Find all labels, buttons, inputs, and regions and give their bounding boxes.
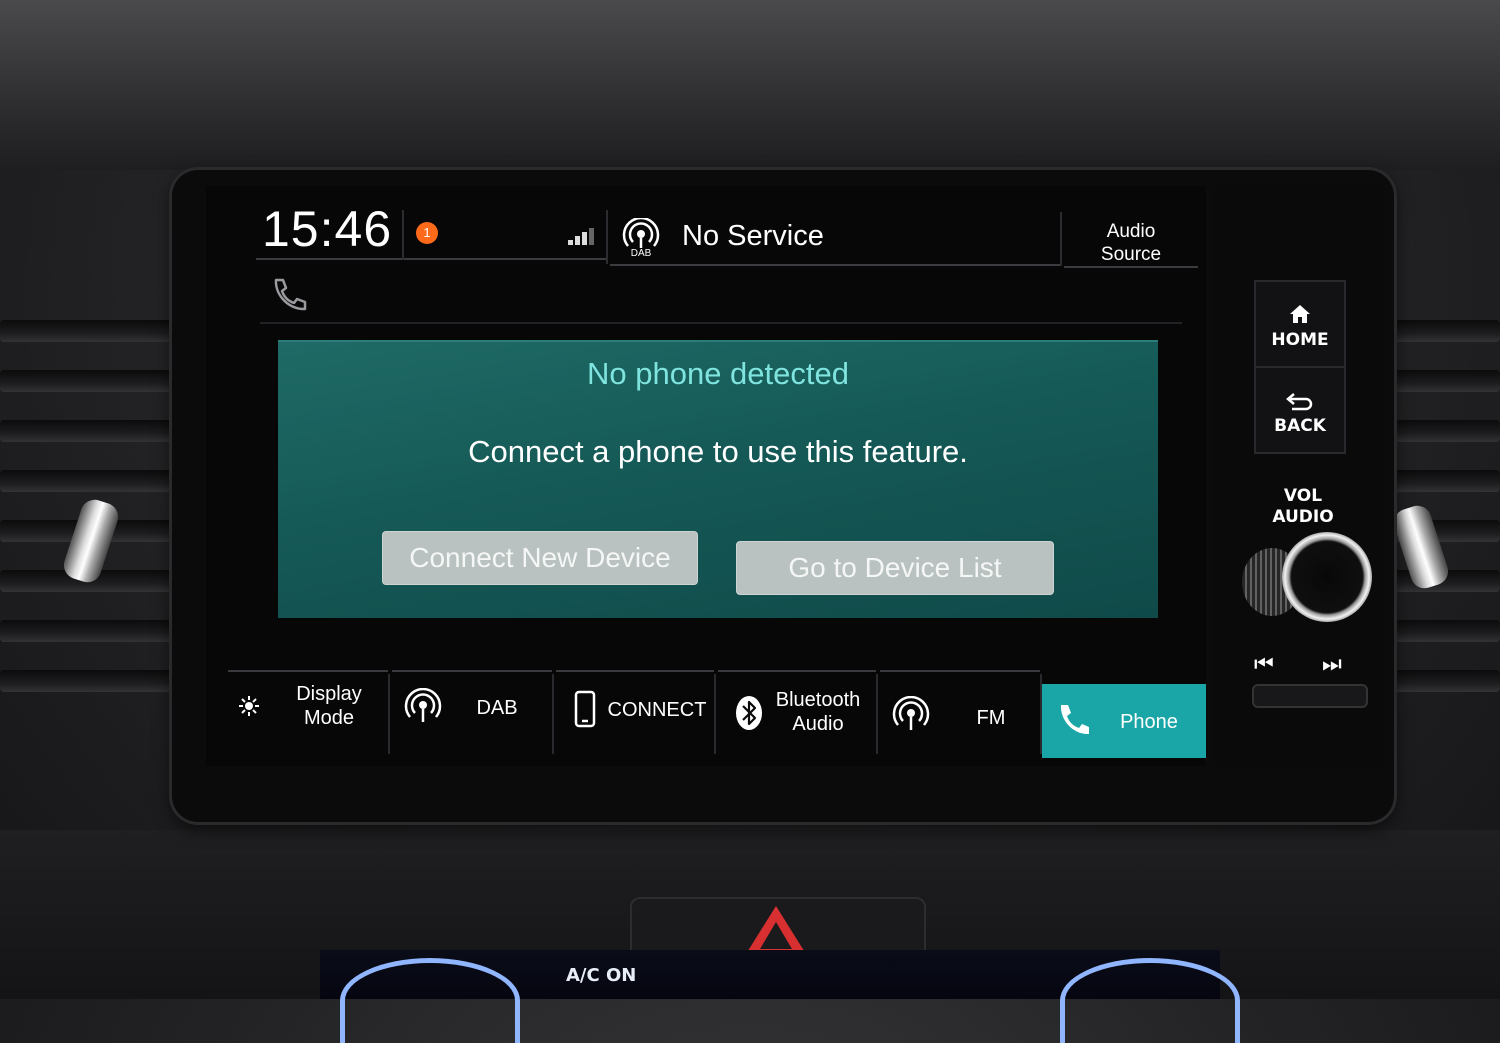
home-icon <box>1290 305 1310 323</box>
fm-broadcast-icon <box>892 696 930 730</box>
home-label: HOME <box>1271 330 1329 350</box>
source-bar: Display Mode DAB CONNECT Bluetooth Audio <box>228 670 1208 760</box>
audio-source-label: Audio <box>1106 221 1156 242</box>
ac-status: A/C ON <box>566 965 637 986</box>
notification-badge[interactable]: 1 <box>416 222 438 244</box>
volume-label: VOL AUDIO <box>1258 486 1348 528</box>
signal-strength-icon <box>568 228 594 245</box>
dab-antenna-icon: DAB <box>622 218 660 258</box>
hardware-panel <box>1214 186 1384 766</box>
service-status: No Service <box>682 220 824 252</box>
phone-handset-icon <box>1060 705 1089 735</box>
bluetooth-label: Bluetooth <box>775 689 861 711</box>
go-to-device-list-button[interactable]: Go to Device List <box>736 541 1054 595</box>
back-arrow-icon <box>1286 393 1313 411</box>
svg-text:DAB: DAB <box>631 248 652 258</box>
audio-source-button[interactable]: Audio Source <box>1070 220 1192 266</box>
back-label: BACK <box>1274 416 1326 436</box>
home-button[interactable]: HOME <box>1254 280 1346 368</box>
connect-button[interactable]: CONNECT <box>556 670 714 758</box>
power-audio-label: AUDIO <box>1272 507 1334 527</box>
right-air-vent <box>1380 300 1500 720</box>
display-mode-button[interactable]: Display Mode <box>228 670 388 758</box>
brightness-moon-icon <box>239 696 276 716</box>
phone-label: Phone <box>1120 711 1178 733</box>
connect-new-device-button[interactable]: Connect New Device <box>382 531 698 585</box>
dab-button[interactable]: DAB <box>392 670 552 758</box>
bluetooth-label-2: Audio <box>792 713 844 735</box>
no-phone-dialog: No phone detected Connect a phone to use… <box>278 340 1158 618</box>
smartphone-icon <box>574 690 596 728</box>
dab-broadcast-icon <box>404 688 442 722</box>
clock: 15:46 <box>262 201 393 257</box>
dab-label: DAB <box>476 697 518 719</box>
temp-dial-arc <box>1060 958 1240 1043</box>
phone-icon <box>274 278 307 311</box>
previous-track-icon[interactable]: ⏮ <box>1254 652 1274 677</box>
back-button[interactable]: BACK <box>1254 366 1346 454</box>
dashboard-top <box>0 0 1500 170</box>
display-mode-label-2: Mode <box>303 707 355 729</box>
seek-rocker-switch[interactable] <box>1252 684 1368 708</box>
next-track-icon[interactable]: ⏭ <box>1322 652 1342 677</box>
bluetooth-audio-button[interactable]: Bluetooth Audio <box>718 670 876 758</box>
display-mode-label: Display <box>296 683 362 705</box>
bluetooth-icon <box>736 696 762 730</box>
fan-dial-arc <box>340 958 520 1043</box>
fm-button[interactable]: FM <box>880 670 1040 758</box>
audio-source-label-2: Source <box>1100 244 1162 265</box>
phone-button[interactable]: Phone <box>1042 684 1206 758</box>
fm-label: FM <box>976 707 1006 729</box>
connect-label: CONNECT <box>607 699 707 721</box>
dialog-title: No phone detected <box>587 356 849 391</box>
volume-knob[interactable] <box>1282 532 1372 622</box>
dialog-message: Connect a phone to use this feature. <box>468 434 968 469</box>
